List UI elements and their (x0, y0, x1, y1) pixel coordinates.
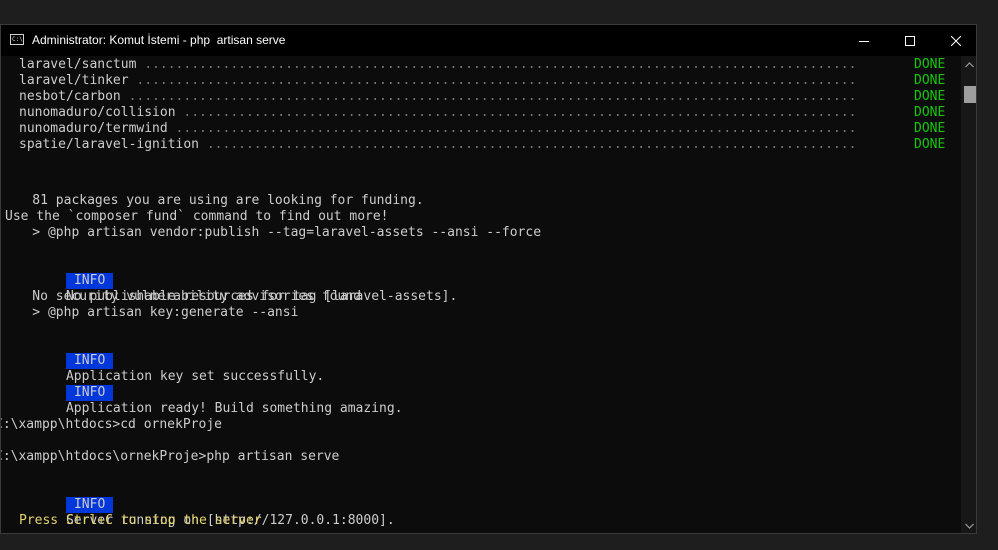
funding-line: 81 packages you are using are looking fo… (1, 193, 424, 208)
scroll-down-button[interactable] (961, 517, 976, 533)
package-name: spatie/laravel-ignition (19, 137, 200, 152)
scroll-up-button[interactable] (961, 56, 976, 73)
package-dots: ........................................… (136, 57, 865, 72)
package-dots: ........................................… (199, 137, 865, 152)
terminal-output[interactable]: laravel/sanctum ........................… (0, 56, 961, 533)
package-name: nunomaduro/collision (19, 105, 176, 120)
package-status-done: DONE (914, 89, 946, 104)
package-name: nesbot/carbon (19, 89, 121, 104)
keygen-command-line: > @php artisan key:generate --ansi (1, 305, 299, 320)
package-row: spatie/laravel-ignition ................… (19, 137, 864, 153)
command-prompt-icon[interactable]: C:\ (10, 34, 24, 45)
package-row: laravel/sanctum ........................… (19, 57, 864, 73)
info-message: Application ready! Build something amazi… (65, 401, 403, 416)
package-row: laravel/tinker .........................… (19, 73, 864, 89)
package-dots: ........................................… (128, 73, 865, 88)
chevron-down-icon (965, 523, 974, 529)
package-name: laravel/tinker (19, 73, 129, 88)
info-badge: INFO (65, 273, 114, 289)
fund-hint-line: Use the `composer fund` command to find … (5, 209, 389, 224)
package-dots: ........................................… (175, 105, 865, 120)
scroll-thumb[interactable] (964, 86, 976, 103)
maximize-icon (905, 35, 915, 46)
package-status-done: DONE (914, 105, 946, 120)
no-vulnerability-line: No security vulnerability advisories fou… (1, 289, 362, 304)
stop-server-hint: Press Ctrl+C to stop the server (19, 513, 262, 528)
close-button[interactable] (933, 25, 976, 56)
prompt-cd-line: C:\xampp\htdocs>cd ornekProje (0, 417, 222, 432)
package-row: nunomaduro/collision ...................… (19, 105, 864, 121)
package-dots: ........................................… (120, 89, 865, 104)
minimize-icon (859, 40, 869, 42)
publish-command-line: > @php artisan vendor:publish --tag=lara… (1, 225, 542, 240)
package-row: nunomaduro/termwind ....................… (19, 121, 864, 137)
package-name: nunomaduro/termwind (19, 121, 168, 136)
package-status-done: DONE (914, 73, 946, 88)
window-title: Administrator: Komut İstemi - php artisa… (32, 33, 286, 47)
info-line-ready: INFO Application ready! Build something … (19, 369, 403, 416)
chevron-up-icon (965, 61, 974, 67)
close-icon (951, 35, 961, 46)
package-status-done: DONE (914, 57, 946, 72)
info-line-server: INFO Server running on [http://127.0.0.1… (19, 481, 395, 528)
title-bar[interactable]: C:\ Administrator: Komut İstemi - php ar… (1, 25, 976, 56)
package-status-done: DONE (914, 137, 946, 152)
package-dots: ........................................… (167, 121, 865, 136)
prompt-serve-line: C:\xampp\htdocs\ornekProje>php artisan s… (0, 449, 340, 464)
info-badge: INFO (65, 385, 114, 401)
maximize-button[interactable] (887, 25, 933, 56)
info-line-key: INFO Application key set successfully. (19, 337, 324, 384)
package-row: nesbot/carbon ..........................… (19, 89, 864, 105)
info-badge: INFO (65, 497, 114, 513)
vertical-scrollbar[interactable] (961, 56, 976, 533)
info-line-assets: INFO No publishable resources for tag [l… (19, 257, 457, 304)
console-window: C:\ Administrator: Komut İstemi - php ar… (0, 24, 977, 534)
minimize-button[interactable] (841, 25, 887, 56)
package-name: laravel/sanctum (19, 57, 137, 72)
package-status-done: DONE (914, 121, 946, 136)
info-badge: INFO (65, 353, 114, 369)
